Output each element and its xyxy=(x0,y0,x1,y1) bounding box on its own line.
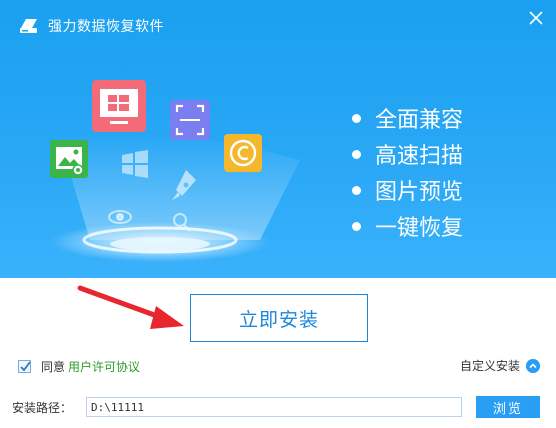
bullet-icon xyxy=(352,221,361,231)
feature-item: 全面兼容 xyxy=(352,100,463,136)
bullet-icon xyxy=(352,149,361,159)
agree-label: 同意 xyxy=(41,360,66,374)
license-link[interactable]: 用户许可协议 xyxy=(68,358,140,375)
install-path-row: 安装路径： 浏览 xyxy=(12,396,542,418)
windows-monitor-icon xyxy=(92,80,146,132)
hero-banner: 强力数据恢复软件 全面兼容 高速扫描 图片预览 一键恢复 xyxy=(0,0,556,278)
feature-list: 全面兼容 高速扫描 图片预览 一键恢复 xyxy=(352,100,463,244)
scan-frame-icon xyxy=(170,100,210,140)
install-path-label: 安装路径： xyxy=(12,400,73,415)
custom-install-toggle[interactable]: 自定义安装 xyxy=(460,357,540,374)
feature-label: 图片预览 xyxy=(375,180,464,205)
feature-label: 高速扫描 xyxy=(375,144,464,169)
feature-item: 高速扫描 xyxy=(352,136,463,172)
agree-checkbox[interactable] xyxy=(18,360,31,373)
bullet-icon xyxy=(352,113,361,123)
feature-item: 图片预览 xyxy=(352,172,463,208)
bullet-icon xyxy=(352,185,361,195)
image-icon xyxy=(50,140,88,178)
install-path-input[interactable] xyxy=(86,397,462,417)
install-button[interactable]: 立即安装 xyxy=(190,294,368,342)
red-arrow-icon xyxy=(77,285,184,329)
agreement-row: 同意 用户许可协议 xyxy=(18,358,140,375)
feature-item: 一键恢复 xyxy=(352,208,463,244)
custom-install-label: 自定义安装 xyxy=(459,359,520,373)
feature-label: 一键恢复 xyxy=(375,216,464,241)
copyright-icon xyxy=(224,134,262,172)
browse-button[interactable]: 浏览 xyxy=(476,396,540,418)
installer-window: 强力数据恢复软件 全面兼容 高速扫描 图片预览 一键恢复 立即安装 同意 用户许… xyxy=(0,0,556,428)
checkmark-icon xyxy=(20,361,31,372)
hero-illustration xyxy=(50,80,300,262)
feature-label: 全面兼容 xyxy=(375,108,464,133)
chevron-up-icon xyxy=(526,358,540,373)
